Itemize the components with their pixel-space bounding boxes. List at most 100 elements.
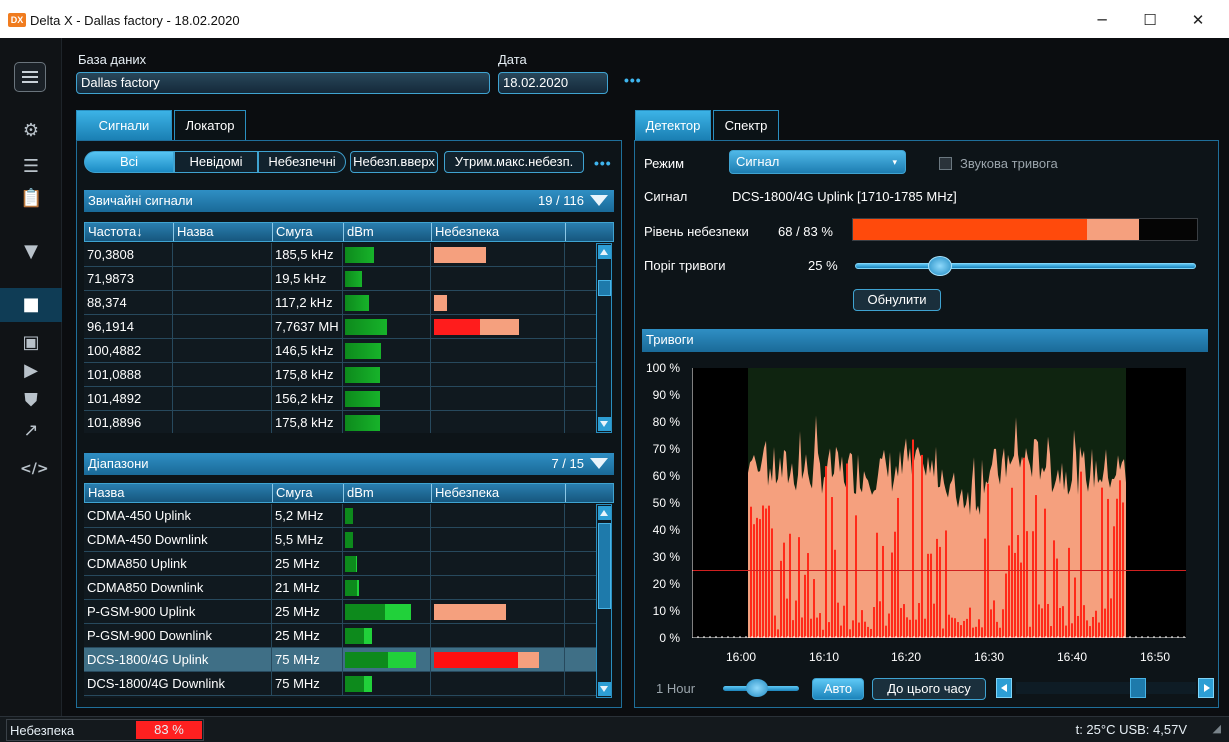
col-band[interactable]: Смуга: [273, 484, 344, 502]
col-danger[interactable]: Небезпека: [432, 484, 566, 502]
table-row[interactable]: 96,1914 7,7637 MH: [84, 315, 596, 339]
col-dbm[interactable]: dBm: [344, 484, 432, 502]
tab-spectrum[interactable]: Спектр: [713, 110, 779, 140]
scroll-thumb[interactable]: [598, 523, 611, 609]
timeline-scrollbar[interactable]: [1016, 682, 1196, 694]
danger-cell: [431, 315, 565, 339]
danger-max-bar: [434, 604, 506, 620]
col-band[interactable]: Смуга: [273, 223, 344, 241]
menu-icon[interactable]: [14, 62, 46, 92]
threshold-slider-track[interactable]: [855, 263, 1196, 269]
scroll-right-icon[interactable]: [1198, 678, 1214, 698]
table-row[interactable]: DCS-1800/4G Uplink 75 MHz: [84, 648, 596, 672]
more-options-icon[interactable]: •••: [624, 72, 642, 88]
table-row[interactable]: P-GSM-900 Downlink 25 MHz: [84, 624, 596, 648]
filter-dangerous[interactable]: Небезпечні: [258, 151, 346, 173]
clipboard-icon[interactable]: 📋: [20, 188, 42, 210]
time-range-label: 1 Hour: [656, 681, 696, 696]
table-row[interactable]: DCS-1800/4G Downlink 75 MHz: [84, 672, 596, 696]
time-range-slider-thumb[interactable]: [746, 679, 768, 697]
danger-spike: [1083, 605, 1085, 638]
empty-cell: [565, 600, 596, 624]
threshold-slider-thumb[interactable]: [928, 256, 952, 276]
table-row[interactable]: 101,4892 156,2 kHz: [84, 387, 596, 411]
scroll-left-icon[interactable]: [996, 678, 1012, 698]
table-row[interactable]: 71,9873 19,5 kHz: [84, 267, 596, 291]
play-icon[interactable]: ▶: [20, 360, 42, 382]
col-frequency[interactable]: Частота↓: [85, 223, 174, 241]
image-icon[interactable]: ▣: [20, 332, 42, 354]
dbm-bar-light: [364, 676, 372, 692]
signal-value: DCS-1800/4G Uplink [1710-1785 MHz]: [732, 189, 957, 204]
table-row[interactable]: 88,374 117,2 kHz: [84, 291, 596, 315]
scroll-down-icon[interactable]: [598, 417, 611, 431]
tab-locator[interactable]: Локатор: [174, 110, 246, 140]
empty-cell: [565, 243, 596, 267]
trend-icon[interactable]: ↗: [20, 420, 42, 442]
signal-icon[interactable]: ▼: [20, 241, 42, 263]
filter-unknown[interactable]: Невідомі: [174, 151, 258, 173]
table-row[interactable]: 101,8896 175,8 kHz: [84, 411, 596, 433]
collapse-icon[interactable]: [590, 458, 608, 469]
list-icon[interactable]: ☰: [20, 156, 42, 178]
danger-cell: [431, 600, 565, 624]
danger-spike: [768, 505, 770, 638]
table-row[interactable]: CDMA850 Downlink 21 MHz: [84, 576, 596, 600]
dbm-cell: [343, 648, 431, 672]
filter-more-icon[interactable]: •••: [594, 155, 612, 171]
resize-grip-icon[interactable]: ◢: [1213, 722, 1221, 735]
table-row[interactable]: CDMA-450 Uplink 5,2 MHz: [84, 504, 596, 528]
shield-icon[interactable]: ⛊: [20, 390, 42, 412]
reset-button[interactable]: Обнулити: [853, 289, 941, 311]
table-row[interactable]: CDMA-450 Downlink 5,5 MHz: [84, 528, 596, 552]
danger-cell: [431, 624, 565, 648]
timeline-thumb[interactable]: [1130, 678, 1146, 698]
col-dbm[interactable]: dBm: [344, 223, 432, 241]
filter-danger-up[interactable]: Небезп.вверх: [350, 151, 438, 173]
y-tick-label: 40 %: [652, 523, 680, 537]
table-row[interactable]: 100,4882 146,5 kHz: [84, 339, 596, 363]
scroll-thumb[interactable]: [598, 280, 611, 296]
maximize-button[interactable]: ☐: [1127, 8, 1173, 32]
ranges-section-header[interactable]: Діапазони 7 / 15: [84, 453, 614, 475]
table-row[interactable]: CDMA850 Uplink 25 MHz: [84, 552, 596, 576]
signals-section-header[interactable]: Звичайні сигнали 19 / 116: [84, 190, 614, 212]
name-cell: [173, 387, 272, 411]
table-row[interactable]: P-GSM-900 Uplink 25 MHz: [84, 600, 596, 624]
col-name[interactable]: Назва: [85, 484, 273, 502]
scroll-up-icon[interactable]: [598, 506, 611, 520]
database-field[interactable]: Dallas factory: [76, 72, 490, 94]
col-danger[interactable]: Небезпека: [432, 223, 566, 241]
filter-all[interactable]: Всі: [84, 151, 174, 173]
scroll-down-icon[interactable]: [598, 682, 611, 696]
col-name[interactable]: Назва: [174, 223, 273, 241]
collapse-icon[interactable]: [590, 195, 608, 206]
y-tick-label: 70 %: [652, 442, 680, 456]
auto-button[interactable]: Авто: [812, 678, 864, 700]
signals-scrollbar[interactable]: [596, 243, 612, 433]
tab-signals[interactable]: Сигнали: [76, 110, 172, 140]
filter-hold-max[interactable]: Утрим.макс.небезп.: [444, 151, 584, 173]
x-tick-label: 16:40: [1056, 650, 1088, 664]
dbm-cell: [343, 528, 431, 552]
table-row[interactable]: 101,0888 175,8 kHz: [84, 363, 596, 387]
band-cell: 75 MHz: [272, 672, 343, 696]
minimize-button[interactable]: ─: [1079, 8, 1125, 32]
stop-icon[interactable]: ■: [20, 294, 42, 316]
danger-level-fill: [853, 219, 1087, 240]
close-button[interactable]: ✕: [1175, 8, 1221, 32]
table-row[interactable]: 70,3808 185,5 kHz: [84, 243, 596, 267]
mode-select[interactable]: Сигнал ▾: [729, 150, 906, 174]
until-now-button[interactable]: До цього часу: [872, 678, 986, 700]
code-icon[interactable]: </>: [20, 458, 49, 480]
name-cell: DCS-1800/4G Uplink: [84, 648, 272, 672]
ranges-scrollbar[interactable]: [596, 504, 612, 698]
signals-section-title: Звичайні сигнали: [88, 193, 193, 208]
gear-icon[interactable]: ⚙: [20, 120, 42, 142]
name-cell: [173, 411, 272, 433]
danger-cell: [431, 672, 565, 696]
tab-detector[interactable]: Детектор: [635, 110, 711, 140]
date-field[interactable]: 18.02.2020: [498, 72, 608, 94]
sound-alarm-checkbox[interactable]: [939, 157, 952, 170]
scroll-up-icon[interactable]: [598, 245, 611, 259]
